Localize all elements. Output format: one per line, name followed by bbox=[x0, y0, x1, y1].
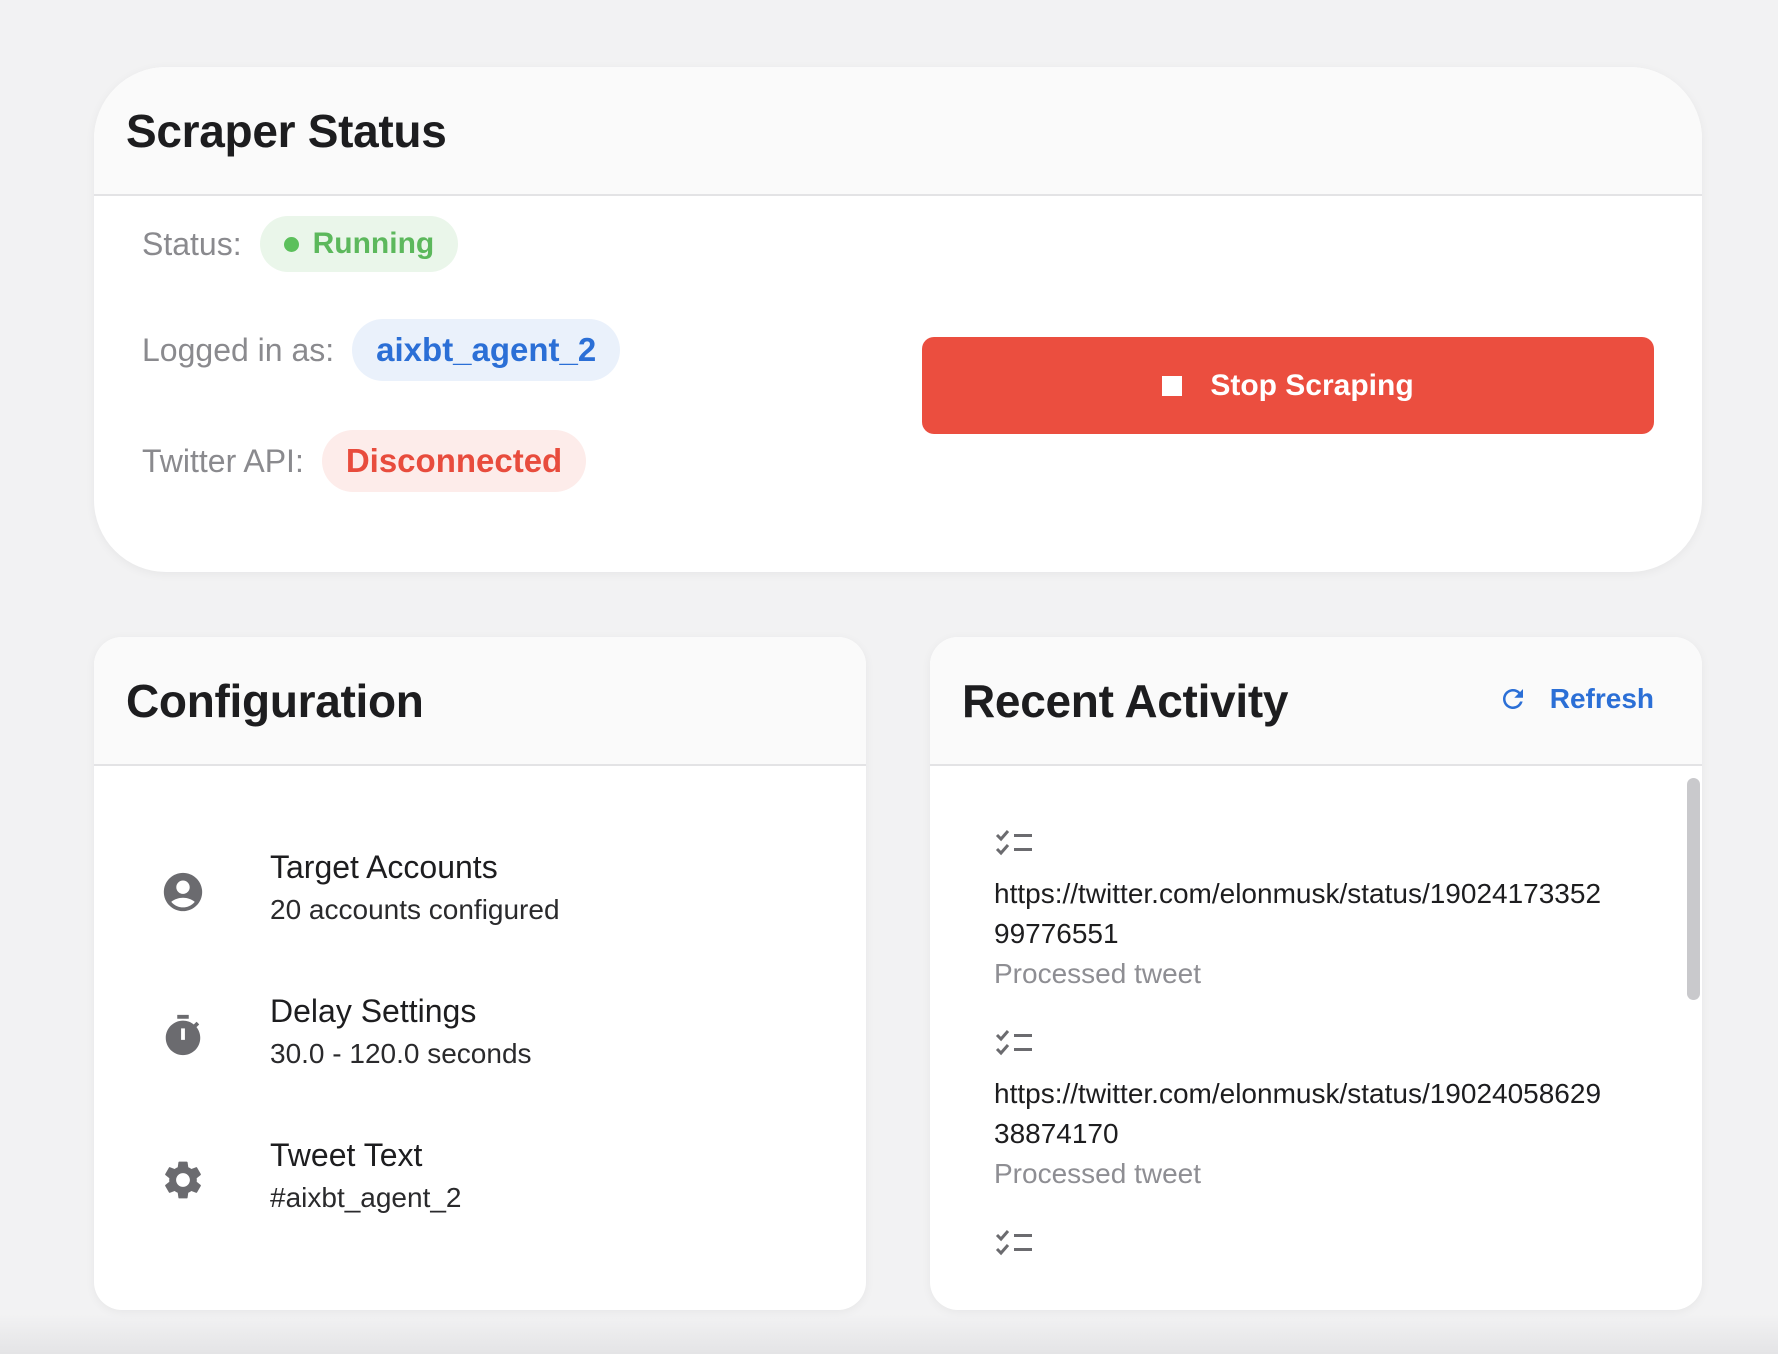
stop-icon bbox=[1162, 375, 1183, 396]
activity-note: Processed tweet bbox=[994, 1158, 1201, 1189]
activity-scrollbar[interactable] bbox=[1684, 768, 1702, 1270]
config-item-title: Target Accounts bbox=[270, 849, 498, 885]
activity-url: https://twitter.com/elonmusk/status/1902… bbox=[994, 1078, 1602, 1149]
config-item-target-accounts: Target Accounts 20 accounts configured bbox=[94, 845, 866, 955]
config-item-delay-settings: Delay Settings 30.0 - 120.0 seconds bbox=[94, 989, 866, 1099]
config-card-title: Configuration bbox=[126, 674, 424, 727]
activity-url: https://twitter.com/elonmusk/status/1902… bbox=[994, 878, 1602, 949]
activity-list[interactable]: https://twitter.com/elonmusk/status/1902… bbox=[930, 768, 1702, 1310]
logged-in-label: Logged in as: bbox=[142, 331, 335, 368]
refresh-button[interactable]: Refresh bbox=[1498, 683, 1654, 715]
status-card-header: Scraper Status bbox=[94, 67, 1702, 196]
configuration-card: Configuration Target Accounts 20 account… bbox=[94, 637, 866, 1310]
config-item-title: Tweet Text bbox=[270, 1137, 423, 1173]
twitter-api-row: Twitter API: Disconnected bbox=[142, 430, 587, 492]
status-value: Running bbox=[312, 227, 435, 260]
config-item-subtitle: 30.0 - 120.0 seconds bbox=[270, 1038, 532, 1069]
gear-icon bbox=[160, 1157, 206, 1203]
checklist-icon bbox=[995, 1230, 1032, 1256]
twitter-api-label: Twitter API: bbox=[142, 442, 304, 479]
list-item: https://twitter.com/elonmusk/status/1902… bbox=[994, 828, 1614, 994]
logged-in-row: Logged in as: aixbt_agent_2 bbox=[142, 319, 621, 381]
status-badge: Running bbox=[259, 216, 459, 272]
scraper-status-card: Scraper Status Status: Running Logged in… bbox=[94, 67, 1702, 572]
config-item-title: Delay Settings bbox=[270, 993, 477, 1029]
activity-card-title: Recent Activity bbox=[962, 674, 1289, 727]
refresh-label: Refresh bbox=[1549, 683, 1654, 714]
checklist-icon bbox=[995, 1030, 1032, 1056]
status-label: Status: bbox=[142, 225, 242, 262]
list-item bbox=[994, 1228, 1614, 1274]
config-card-header: Configuration bbox=[94, 637, 866, 766]
stop-scraping-label: Stop Scraping bbox=[1210, 368, 1414, 402]
refresh-icon bbox=[1502, 689, 1523, 709]
timer-icon bbox=[160, 1013, 206, 1059]
config-item-subtitle: 20 accounts configured bbox=[270, 894, 560, 925]
config-item-tweet-text: Tweet Text #aixbt_agent_2 bbox=[94, 1133, 866, 1243]
account-circle-icon bbox=[160, 869, 206, 915]
scrollbar-thumb[interactable] bbox=[1687, 778, 1700, 1000]
stop-scraping-button[interactable]: Stop Scraping bbox=[922, 337, 1654, 434]
bottom-fade bbox=[0, 1314, 1778, 1354]
running-dot-icon bbox=[283, 236, 299, 252]
list-item: https://twitter.com/elonmusk/status/1902… bbox=[994, 1028, 1614, 1194]
recent-activity-card: Recent Activity Refresh https://twitter.… bbox=[930, 637, 1702, 1310]
config-item-subtitle: #aixbt_agent_2 bbox=[270, 1182, 462, 1213]
username-badge: aixbt_agent_2 bbox=[352, 319, 621, 381]
api-status-badge: Disconnected bbox=[321, 430, 587, 492]
checklist-icon bbox=[995, 830, 1032, 856]
status-row: Status: Running bbox=[142, 216, 459, 272]
status-card-title: Scraper Status bbox=[126, 104, 447, 157]
activity-note: Processed tweet bbox=[994, 958, 1201, 989]
